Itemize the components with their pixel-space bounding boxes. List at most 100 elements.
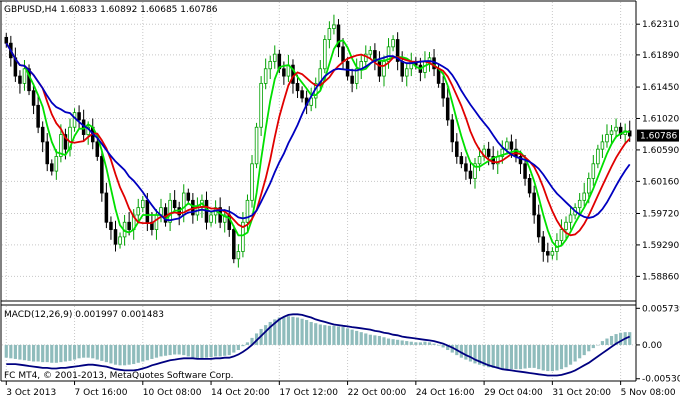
candle-body (377, 61, 382, 77)
macd-histogram-bar (264, 325, 268, 345)
price-tick-label: 1.58860 (642, 272, 679, 282)
macd-histogram-bar (409, 341, 413, 345)
macd-histogram-bar (359, 332, 363, 345)
macd-histogram-bar (591, 344, 595, 349)
macd-histogram-bar (432, 343, 436, 345)
macd-histogram-bar (323, 325, 327, 345)
candle-body (259, 82, 263, 128)
candle-body (464, 163, 468, 172)
candle-body (450, 119, 455, 143)
candle-body (577, 199, 582, 209)
candle-body (459, 156, 464, 165)
candle-body (609, 130, 614, 135)
candle-body (282, 68, 286, 77)
macd-histogram-bar (314, 323, 318, 345)
macd-histogram-bar (4, 344, 8, 358)
time-tick-label: 14 Oct 20:00 (211, 388, 270, 398)
macd-histogram-bar (528, 344, 532, 368)
macd-histogram-bar (609, 335, 614, 345)
candle-body (154, 214, 159, 230)
macd-histogram-bar (31, 344, 36, 362)
macd-histogram-bar (309, 321, 313, 345)
candle-body (172, 199, 177, 209)
candle-body (209, 214, 213, 223)
macd-histogram-bar (578, 344, 582, 359)
candle-body (391, 39, 395, 48)
macd-histogram-bar (546, 344, 550, 372)
macd-histogram-bar (59, 344, 63, 363)
main-chart-title: GBPUSD,H4 1.60833 1.60892 1.60685 1.6078… (4, 5, 218, 15)
macd-histogram-bar (177, 344, 181, 355)
macd-histogram-bar (518, 344, 523, 370)
macd-histogram-bar (400, 340, 404, 345)
macd-histogram-bar (396, 339, 400, 345)
macd-histogram-bar (295, 317, 300, 345)
macd-tick-label: 0.005739 (642, 304, 680, 314)
candle-body (541, 236, 546, 252)
candle-body (295, 82, 300, 92)
macd-histogram-bar (286, 316, 291, 345)
candle-body (486, 148, 491, 157)
candle-body (263, 68, 268, 84)
candle-body (332, 24, 336, 29)
macd-histogram-bar (77, 344, 81, 359)
candle-body (136, 207, 141, 216)
candle-body (587, 178, 591, 194)
candle-body (22, 68, 27, 84)
candle-body (250, 163, 254, 201)
candle-body (323, 39, 327, 70)
time-tick-label: 22 Oct 00:00 (348, 388, 407, 398)
macd-histogram-bar (468, 344, 473, 362)
candle-body (605, 134, 609, 143)
chart-window[interactable]: 1.62310 1.61890 1.61450 1.61020 1.60590 1.601… (0, 0, 680, 400)
price-tick-label: 1.61890 (642, 51, 679, 61)
macd-histogram-bar (173, 344, 177, 355)
copyright-text: FC MT4, © 2001-2013, MetaQuotes Software… (4, 371, 234, 381)
macd-histogram-bar (464, 344, 468, 360)
macd-histogram-bar (141, 344, 145, 362)
candle-body (45, 141, 49, 165)
macd-histogram-bar (341, 327, 345, 345)
candle-body (341, 46, 345, 62)
candle-body (300, 90, 304, 99)
macd-histogram-bar (537, 344, 541, 370)
candle-body (582, 192, 586, 201)
candle-body (445, 97, 450, 121)
macd-histogram-bar (619, 332, 623, 345)
macd-histogram-bar (573, 344, 577, 362)
candle-body (477, 156, 482, 165)
macd-histogram-bar (600, 341, 605, 345)
time-tick-label: 24 Oct 16:00 (416, 388, 475, 398)
macd-histogram-bar (200, 344, 204, 359)
macd-histogram-bar (587, 344, 591, 352)
candle-body (596, 148, 600, 165)
macd-histogram-bar (45, 344, 49, 363)
candle-body (523, 163, 527, 179)
macd-histogram-bar (391, 339, 395, 345)
macd-histogram-bar (236, 344, 240, 351)
time-tick-label: 3 Oct 2013 (6, 388, 56, 398)
candle-body (532, 192, 536, 216)
macd-histogram-bar (550, 344, 554, 372)
macd-histogram-bar (241, 344, 245, 347)
price-tick-label: 1.60590 (642, 146, 679, 156)
candle-body (350, 75, 354, 84)
macd-histogram-bar (386, 338, 391, 345)
macd-tick-label: -0.005304 (642, 375, 680, 385)
price-tick-label: 1.60160 (642, 177, 679, 187)
macd-histogram-bar (491, 344, 495, 368)
macd-histogram-bar (86, 344, 90, 358)
macd-histogram-bar (541, 344, 545, 371)
candle-body (327, 28, 332, 40)
macd-histogram-bar (368, 334, 372, 345)
macd-histogram-bar (223, 344, 227, 356)
candle-body (550, 251, 555, 256)
time-tick-label: 17 Oct 12:00 (279, 388, 338, 398)
macd-histogram-bar (63, 344, 68, 362)
macd-histogram-bar (414, 342, 418, 345)
macd-histogram-bar (514, 344, 518, 370)
candle-body (509, 141, 514, 150)
macd-histogram-bar (168, 344, 172, 356)
candle-body (527, 178, 532, 194)
macd-histogram-bar (282, 316, 286, 345)
